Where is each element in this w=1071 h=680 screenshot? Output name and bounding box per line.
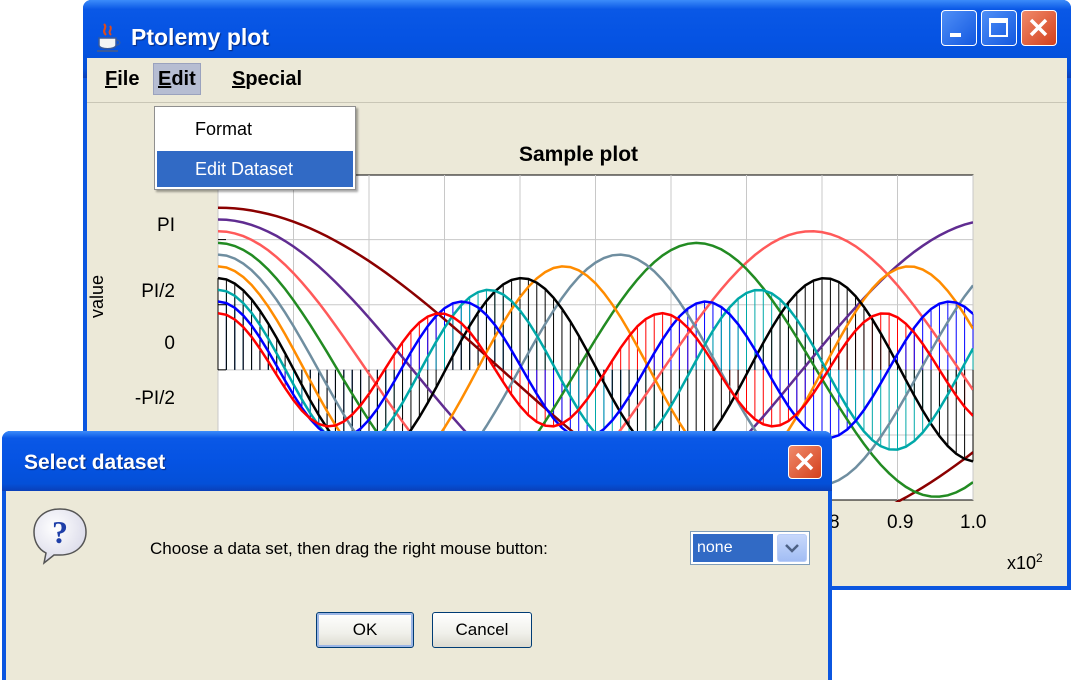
maximize-icon [989,18,1008,37]
x-scale-exponent: 2 [1036,551,1043,565]
close-icon [795,452,814,471]
menu-item-format[interactable]: Format [157,111,353,147]
menu-file-mnemonic: F [105,68,118,90]
close-button[interactable] [1021,10,1057,46]
x-scale-base: x10 [1007,553,1037,573]
x-tick-label: 1.0 [960,512,987,533]
x-scale-label: x102 [1007,551,1043,574]
x-tick-label: 0.9 [887,512,914,533]
y-axis-label: value [87,274,107,318]
chevron-down-icon [785,544,799,553]
edit-menu-dropdown: Format Edit Dataset [154,106,356,190]
menubar: File Edit Special [87,58,1067,103]
minimize-button[interactable] [941,10,977,46]
dialog-titlebar[interactable]: Select dataset [2,431,832,491]
select-dataset-dialog: Select dataset ? Choose a data set, then… [2,431,832,680]
y-tick-label: PI/2 [141,281,175,302]
dialog-title: Select dataset [24,451,166,474]
y-tick-label: -PI/2 [134,388,175,409]
combo-dropdown-button[interactable] [777,534,807,562]
menu-edit[interactable]: Edit [153,63,201,95]
menu-special-mnemonic: S [232,68,246,90]
question-icon: ? [33,508,87,565]
maximize-button[interactable] [981,10,1017,46]
dataset-combo[interactable]: none [690,531,810,565]
close-icon [1029,18,1048,37]
svg-text:?: ? [52,514,68,550]
menu-file[interactable]: File [101,64,143,94]
minimize-icon [950,33,961,37]
dataset-combo-value: none [693,534,773,562]
dialog-close-button[interactable] [788,445,822,479]
y-tick-label: PI [157,215,175,236]
dialog-body: ? Choose a data set, then drag the right… [6,491,828,680]
menu-special-label: pecial [245,68,303,90]
menu-item-edit-dataset[interactable]: Edit Dataset [157,151,353,187]
java-cup-icon [97,23,121,52]
menu-special[interactable]: Special [228,64,306,94]
menu-edit-mnemonic: E [158,68,172,90]
dialog-message: Choose a data set, then drag the right m… [150,539,548,558]
menu-edit-label: dit [171,68,196,90]
plot-title: Sample plot [519,143,639,166]
y-tick-label: 0 [164,333,175,354]
menu-file-label: ile [117,68,140,90]
ok-button[interactable]: OK [316,612,414,648]
window-title: Ptolemy plot [131,24,270,50]
cancel-button[interactable]: Cancel [432,612,532,648]
